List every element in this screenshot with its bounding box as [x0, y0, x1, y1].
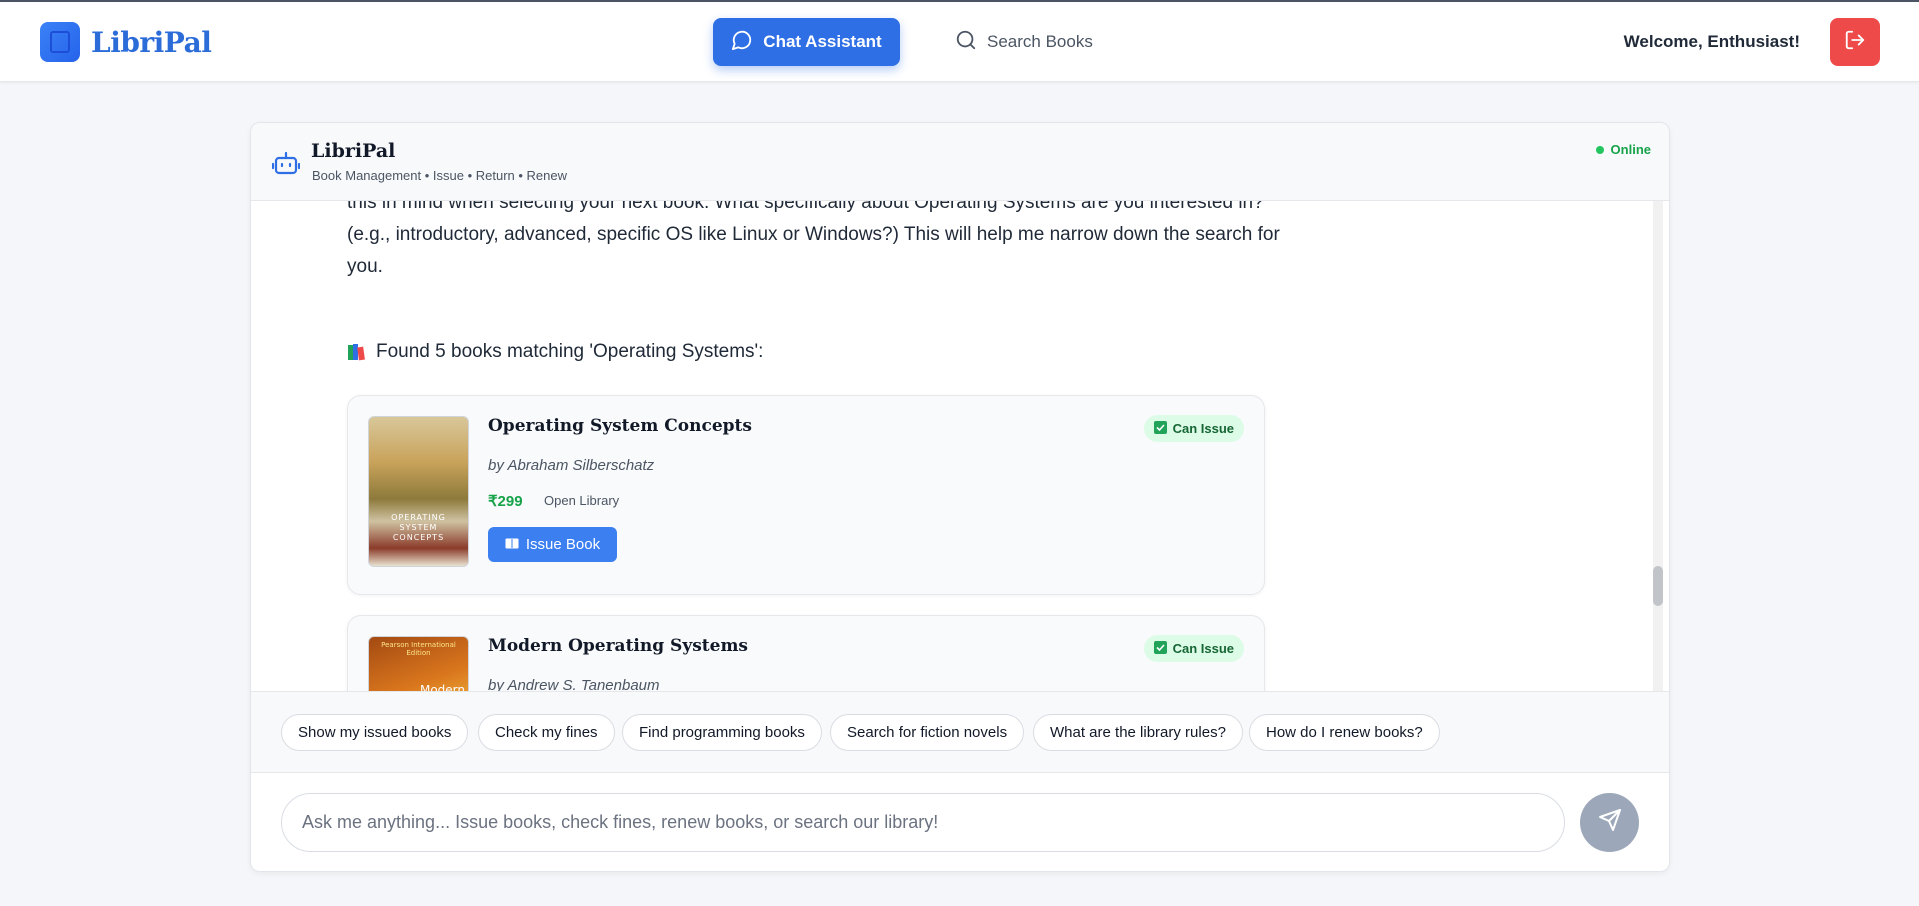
- can-issue-label: Can Issue: [1172, 421, 1234, 436]
- book-title[interactable]: Modern Operating Systems: [488, 636, 748, 656]
- send-icon: [1598, 808, 1622, 837]
- book-price: ₹299: [488, 493, 523, 510]
- chat-title: LibriPal: [311, 140, 396, 162]
- can-issue-badge: Can Issue: [1143, 635, 1244, 662]
- book-icon: [40, 22, 80, 62]
- chat-header: LibriPal Book Management • Issue • Retur…: [251, 123, 1669, 201]
- book-cover-image: OPERATING SYSTEM CONCEPTS: [368, 416, 469, 567]
- logout-icon: [1844, 29, 1866, 56]
- logout-button[interactable]: [1830, 18, 1880, 66]
- nav-chat-label: Chat Assistant: [763, 32, 882, 51]
- open-book-icon: [505, 536, 519, 553]
- nav-chat-assistant-button[interactable]: Chat Assistant: [713, 18, 900, 66]
- assistant-message-text: this in mind when selecting your next bo…: [347, 201, 1280, 277]
- suggestion-chip[interactable]: How do I renew books?: [1249, 714, 1440, 751]
- status-label: Online: [1610, 142, 1651, 157]
- chat-bubble-icon: [731, 29, 753, 56]
- chat-input-row: [251, 773, 1669, 871]
- check-box-icon: [1153, 420, 1167, 437]
- books-icon: [347, 342, 367, 362]
- nav-search-books-button[interactable]: Search Books: [955, 18, 1105, 66]
- status-dot-icon: [1595, 145, 1604, 154]
- found-books-text: Found 5 books matching 'Operating System…: [376, 341, 764, 362]
- chat-input[interactable]: [281, 793, 1565, 852]
- book-source: Open Library: [544, 493, 620, 508]
- brand-name: LibriPal: [91, 25, 212, 59]
- scrollbar-thumb[interactable]: [1653, 566, 1663, 606]
- issue-book-button[interactable]: Issue Book: [488, 527, 617, 562]
- suggestion-chip[interactable]: Find programming books: [622, 714, 822, 751]
- suggestion-chip[interactable]: Check my fines: [478, 714, 615, 751]
- chat-panel: LibriPal Book Management • Issue • Retur…: [250, 122, 1670, 872]
- cover-badge-text: Pearson International Edition: [381, 641, 456, 657]
- bot-icon: [271, 150, 301, 181]
- issue-book-label: Issue Book: [525, 536, 601, 553]
- app-header: LibriPal Chat Assistant Search Books Wel…: [0, 2, 1919, 82]
- nav-search-label: Search Books: [987, 32, 1093, 51]
- check-box-icon: [1153, 640, 1167, 657]
- welcome-text: Welcome, Enthusiast!: [1623, 32, 1800, 51]
- brand[interactable]: LibriPal: [40, 22, 212, 62]
- status-badge: Online: [1595, 142, 1651, 157]
- suggestion-chips: Show my issued books Check my fines Find…: [251, 691, 1669, 773]
- book-card: OPERATING SYSTEM CONCEPTS Operating Syst…: [347, 395, 1265, 595]
- send-button[interactable]: [1580, 793, 1639, 852]
- suggestion-chip[interactable]: What are the library rules?: [1033, 714, 1243, 751]
- found-books-line: Found 5 books matching 'Operating System…: [347, 341, 763, 363]
- can-issue-badge: Can Issue: [1143, 415, 1244, 442]
- book-author: by Abraham Silberschatz: [488, 457, 655, 474]
- chat-subtitle: Book Management • Issue • Return • Renew: [312, 168, 568, 183]
- search-icon: [955, 29, 977, 56]
- suggestion-chip[interactable]: Search for fiction novels: [830, 714, 1025, 751]
- suggestion-chip[interactable]: Show my issued books: [281, 714, 469, 751]
- can-issue-label: Can Issue: [1172, 641, 1234, 656]
- book-title[interactable]: Operating System Concepts: [488, 416, 752, 436]
